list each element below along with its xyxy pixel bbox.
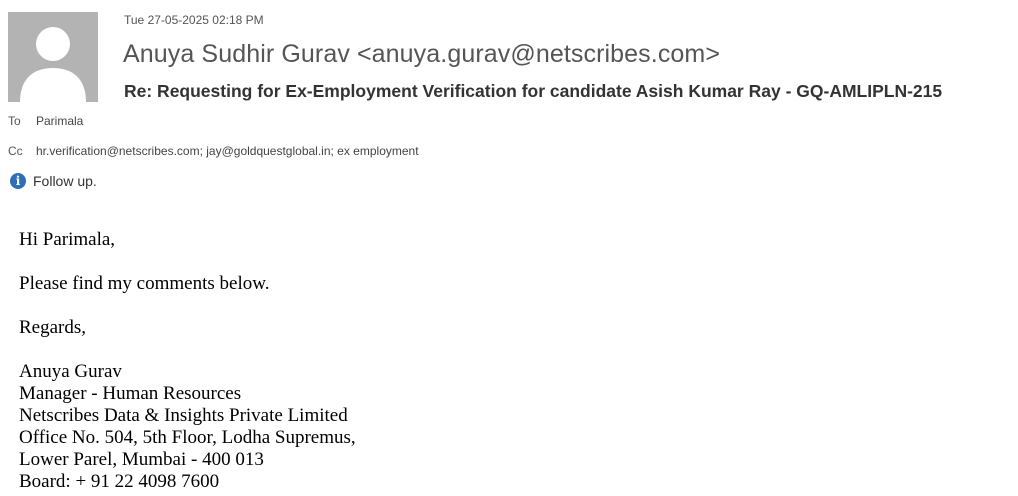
greeting: Hi Parimala, [19,229,116,250]
signature-address-line-1: Office No. 504, 5th Floor, Lodha Supremu… [19,427,356,448]
signature-address-line-2: Lower Parel, Mumbai - 400 013 [19,449,264,470]
info-icon: i [10,173,26,189]
signature-title: Manager - Human Resources [19,383,242,404]
sender-name[interactable]: Anuya Sudhir Gurav <anuya.gurav@netscrib… [123,40,720,69]
cc-label: Cc [8,144,23,158]
to-recipients[interactable]: Parimala [36,114,83,128]
signature-name: Anuya Gurav [19,361,122,382]
followup-text: Follow up. [33,173,97,189]
followup-flag[interactable]: i Follow up. [10,172,97,190]
message-timestamp: Tue 27-05-2025 02:18 PM [124,13,264,27]
to-label: To [8,114,21,128]
message-subject: Re: Requesting for Ex-Employment Verific… [124,81,943,101]
message-body: Hi Parimala, Please find my comments bel… [19,229,356,493]
signature-phone: Board: + 91 22 4098 7600 [19,471,220,492]
sender-avatar [8,12,98,102]
closing: Regards, [19,317,87,338]
signature-company: Netscribes Data & Insights Private Limit… [19,405,348,426]
body-line: Please find my comments below. [19,273,270,294]
person-silhouette-icon [8,12,98,102]
cc-recipients[interactable]: hr.verification@netscribes.com; jay@gold… [36,144,419,158]
